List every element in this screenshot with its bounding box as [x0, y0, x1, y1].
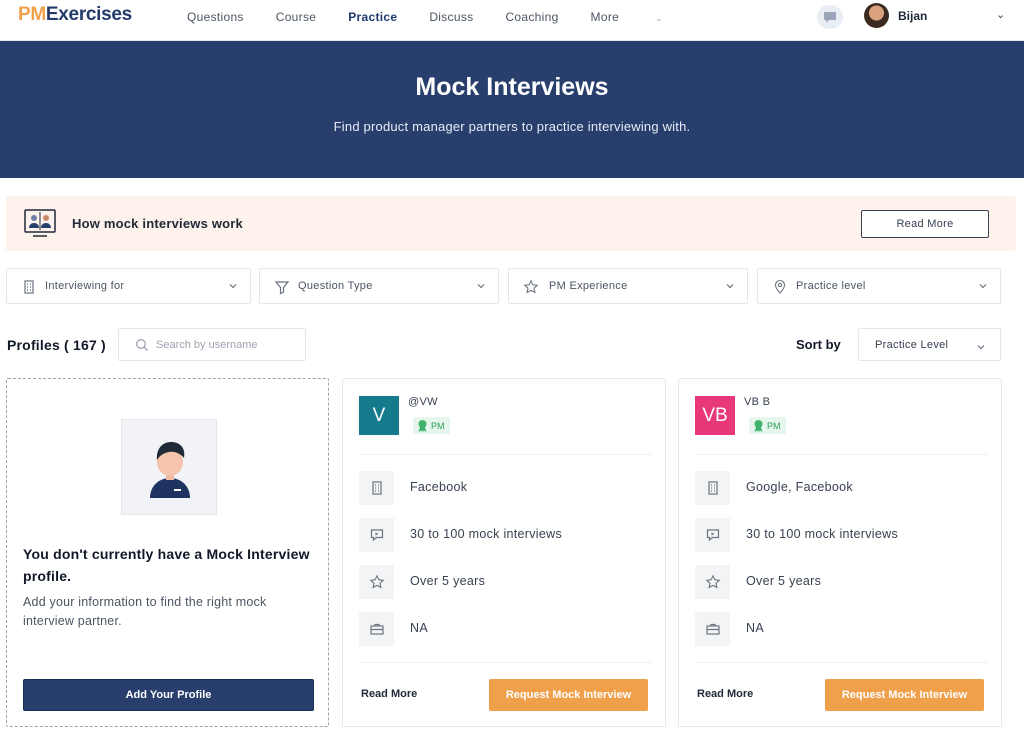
empty-profile-title: You don't currently have a Mock Intervie… [23, 546, 310, 584]
avatar[interactable] [864, 3, 889, 28]
profile-card: VB VB B PM Google, Facebook 30 to 100 mo… [678, 378, 1002, 727]
search-box [118, 328, 306, 361]
chevron-down-icon[interactable]: ⌄ [996, 8, 1005, 21]
divider [695, 454, 987, 455]
search-input[interactable] [156, 336, 296, 354]
profile-avatar: V [359, 396, 399, 435]
logo[interactable]: PMExercises [18, 4, 132, 26]
profile-experience: Over 5 years [359, 565, 659, 599]
how-it-works-banner: How mock interviews work Read More [6, 196, 1016, 251]
divider [359, 454, 651, 455]
profile-companies: Facebook [359, 471, 659, 505]
top-nav: PMExercises Questions Course Practice Di… [0, 0, 1024, 41]
profiles-count: Profiles ( 167 ) [7, 337, 106, 353]
profile-username[interactable]: VB B [744, 396, 770, 408]
profile-interviews: 30 to 100 mock interviews [359, 518, 659, 552]
sort-label: Sort by [796, 337, 841, 352]
building-icon [371, 481, 382, 495]
profile-experience: Over 5 years [695, 565, 995, 599]
building-icon [24, 280, 34, 294]
page-subtitle: Find product manager partners to practic… [333, 119, 691, 134]
chevron-down-icon: ⌄ [655, 13, 663, 23]
profile-avatar: VB [695, 396, 735, 435]
profile-role: NA [359, 612, 659, 646]
nav-more[interactable]: More ⌄ [591, 10, 695, 24]
user-name[interactable]: Bijan [898, 9, 927, 23]
read-more-link[interactable]: Read More [697, 688, 753, 700]
nav-practice[interactable]: Practice [348, 10, 397, 24]
profile-username[interactable]: @VW [408, 396, 438, 408]
chat-bubble-icon [706, 529, 719, 542]
chat-icon [824, 11, 836, 23]
building-icon [707, 481, 718, 495]
video-call-icon [24, 209, 56, 237]
sort-value: Practice Level [875, 339, 949, 351]
filter-label: PM Experience [549, 280, 628, 292]
request-mock-interview-button[interactable]: Request Mock Interview [825, 679, 984, 711]
request-mock-interview-button[interactable]: Request Mock Interview [489, 679, 648, 711]
filter-practice-level[interactable]: Practice level [757, 268, 1001, 304]
location-pin-icon [774, 279, 786, 294]
filter-label: Practice level [796, 280, 866, 292]
banner-title: How mock interviews work [72, 216, 243, 231]
star-icon [369, 574, 384, 589]
sort-select[interactable]: Practice Level [858, 328, 1001, 361]
search-icon [136, 339, 148, 351]
ribbon-award-icon [754, 419, 763, 432]
profile-illustration [121, 419, 217, 515]
pm-badge: PM [749, 417, 786, 434]
chevron-down-icon [477, 284, 485, 289]
profile-interviews: 30 to 100 mock interviews [695, 518, 995, 552]
page-title: Mock Interviews [415, 73, 609, 101]
nav-course[interactable]: Course [276, 10, 316, 24]
ribbon-award-icon [418, 419, 427, 432]
briefcase-icon [369, 623, 384, 635]
person-illustration-icon [150, 442, 190, 498]
chevron-down-icon [229, 284, 237, 289]
messages-button[interactable] [817, 5, 843, 29]
divider [695, 662, 987, 663]
chevron-down-icon [979, 284, 987, 289]
briefcase-icon [705, 623, 720, 635]
profile-role: NA [695, 612, 995, 646]
funnel-icon [274, 281, 290, 295]
nav-links: Questions Course Practice Discuss Coachi… [187, 10, 727, 24]
add-profile-button[interactable]: Add Your Profile [23, 679, 314, 711]
read-more-button[interactable]: Read More [861, 210, 989, 238]
filter-interviewing-for[interactable]: Interviewing for [6, 268, 251, 304]
star-icon [705, 574, 720, 589]
profile-companies: Google, Facebook [695, 471, 995, 505]
nav-coaching[interactable]: Coaching [505, 10, 558, 24]
filter-pm-experience[interactable]: PM Experience [508, 268, 748, 304]
filter-label: Question Type [298, 280, 373, 292]
pm-badge: PM [413, 417, 450, 434]
nav-discuss[interactable]: Discuss [429, 10, 473, 24]
divider [359, 662, 651, 663]
chevron-down-icon [977, 345, 985, 350]
empty-profile-card: You don't currently have a Mock Intervie… [6, 378, 329, 727]
empty-profile-description: Add your information to find the right m… [23, 595, 267, 628]
hero-banner: Mock Interviews Find product manager par… [0, 41, 1024, 178]
chat-bubble-icon [370, 529, 383, 542]
star-icon [523, 279, 539, 294]
filter-label: Interviewing for [45, 280, 125, 292]
filter-question-type[interactable]: Question Type [259, 268, 499, 304]
chevron-down-icon [726, 284, 734, 289]
nav-questions[interactable]: Questions [187, 10, 244, 24]
profile-card: V @VW PM Facebook 30 to 100 mock intervi… [342, 378, 666, 727]
read-more-link[interactable]: Read More [361, 688, 417, 700]
